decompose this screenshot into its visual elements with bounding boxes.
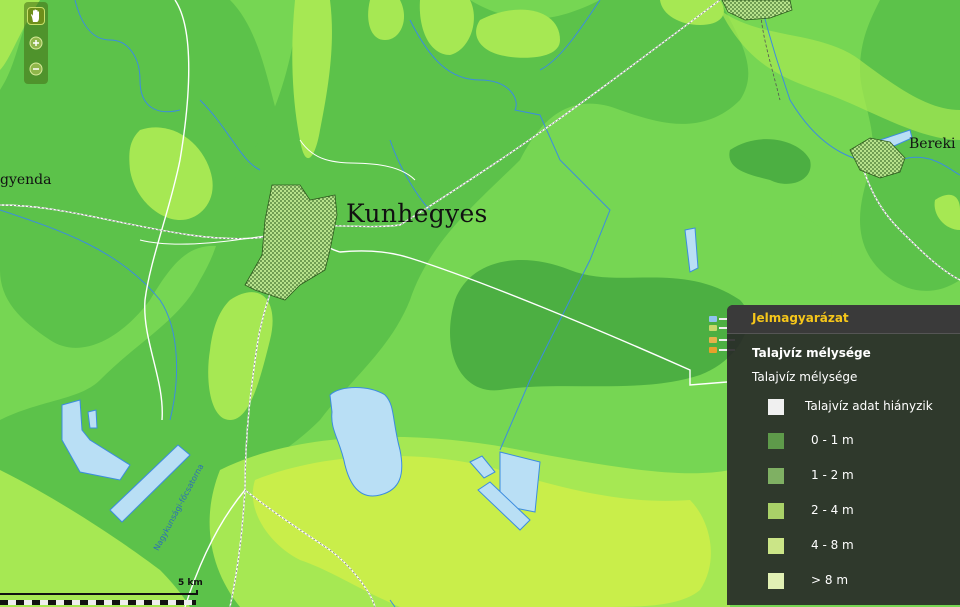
city-label: Kunhegyes <box>346 199 488 228</box>
legend-layer-title: Talajvíz mélysége <box>752 346 871 360</box>
legend-swatch <box>768 538 784 554</box>
zoom-in-icon <box>29 36 43 50</box>
legend-item: 1 - 2 m <box>768 467 958 485</box>
legend-item: Talajvíz adat hiányzik <box>768 398 958 416</box>
zoom-in-button[interactable] <box>27 34 45 52</box>
layer-icon <box>709 347 717 353</box>
village-label-right: Bereki <box>909 136 956 152</box>
layer-icon <box>709 325 717 331</box>
hand-pan-icon <box>31 9 39 22</box>
legend-title: Jelmagyarázat <box>752 311 849 325</box>
scale-bar <box>0 600 196 605</box>
layer-icon <box>709 316 717 322</box>
layer-icon <box>709 337 717 343</box>
legend-swatch <box>768 433 784 449</box>
pan-tool-button[interactable] <box>27 7 45 25</box>
legend-swatch <box>768 573 784 589</box>
map-toolbar <box>24 2 48 84</box>
legend-item-label: 0 - 1 m <box>811 433 854 447</box>
scale-bar-line <box>0 590 198 595</box>
legend-item: > 8 m <box>768 572 958 590</box>
legend-item-label: > 8 m <box>811 573 849 587</box>
legend-subtitle: Talajvíz mélysége <box>752 370 858 384</box>
legend-item: 0 - 1 m <box>768 432 958 450</box>
legend-panel: Jelmagyarázat Talajvíz mélysége Talajvíz… <box>727 305 960 605</box>
legend-swatch <box>768 468 784 484</box>
zoom-out-button[interactable] <box>27 60 45 78</box>
legend-item: 4 - 8 m <box>768 537 958 555</box>
legend-item-label: 1 - 2 m <box>811 468 854 482</box>
village-label-left: gyenda <box>0 172 52 188</box>
legend-item-label: 2 - 4 m <box>811 503 854 517</box>
scale-bar-label: 5 km <box>178 578 203 588</box>
zoom-out-icon <box>29 62 43 76</box>
legend-item-label: 4 - 8 m <box>811 538 854 552</box>
lake <box>87 409 98 429</box>
legend-item: 2 - 4 m <box>768 502 958 520</box>
legend-swatch <box>768 503 784 519</box>
legend-swatch <box>768 399 784 415</box>
legend-header[interactable]: Jelmagyarázat <box>727 305 960 334</box>
legend-item-label: Talajvíz adat hiányzik <box>805 399 933 413</box>
